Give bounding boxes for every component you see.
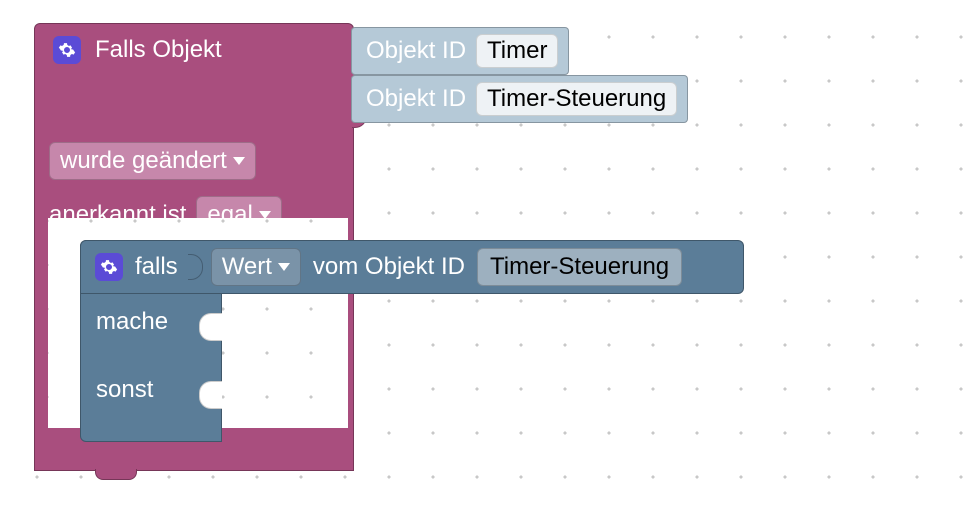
gear-icon[interactable] bbox=[53, 36, 81, 64]
object-id-block[interactable]: Objekt ID Timer-Steuerung bbox=[351, 75, 688, 123]
if-label: falls bbox=[135, 253, 178, 281]
dropdown-label: Wert bbox=[222, 253, 272, 281]
else-label: sonst bbox=[96, 376, 153, 404]
object-id-label: Objekt ID bbox=[366, 37, 466, 65]
value-dropdown[interactable]: Wert bbox=[211, 248, 301, 286]
object-id-value[interactable]: Timer-Steuerung bbox=[476, 82, 677, 116]
from-object-label: vom Objekt ID bbox=[313, 253, 465, 281]
else-slot[interactable] bbox=[199, 381, 222, 409]
do-label: mache bbox=[96, 308, 168, 336]
gear-icon[interactable] bbox=[95, 253, 123, 281]
object-id-label: Objekt ID bbox=[366, 85, 466, 113]
chevron-down-icon bbox=[278, 263, 290, 271]
object-id-block[interactable]: Objekt ID Timer bbox=[351, 27, 569, 75]
dropdown-label: wurde geändert bbox=[60, 147, 227, 175]
trigger-title: Falls Objekt bbox=[95, 36, 222, 64]
condition-dropdown[interactable]: wurde geändert bbox=[49, 142, 256, 180]
chevron-down-icon bbox=[233, 157, 245, 165]
input-connector bbox=[188, 254, 203, 280]
do-slot[interactable] bbox=[199, 313, 222, 341]
object-id-value[interactable]: Timer-Steuerung bbox=[477, 248, 682, 286]
block-connector bbox=[95, 469, 137, 480]
if-else-block[interactable]: falls Wert vom Objekt ID Timer-Steuerung bbox=[80, 240, 744, 294]
object-id-value[interactable]: Timer bbox=[476, 34, 558, 68]
